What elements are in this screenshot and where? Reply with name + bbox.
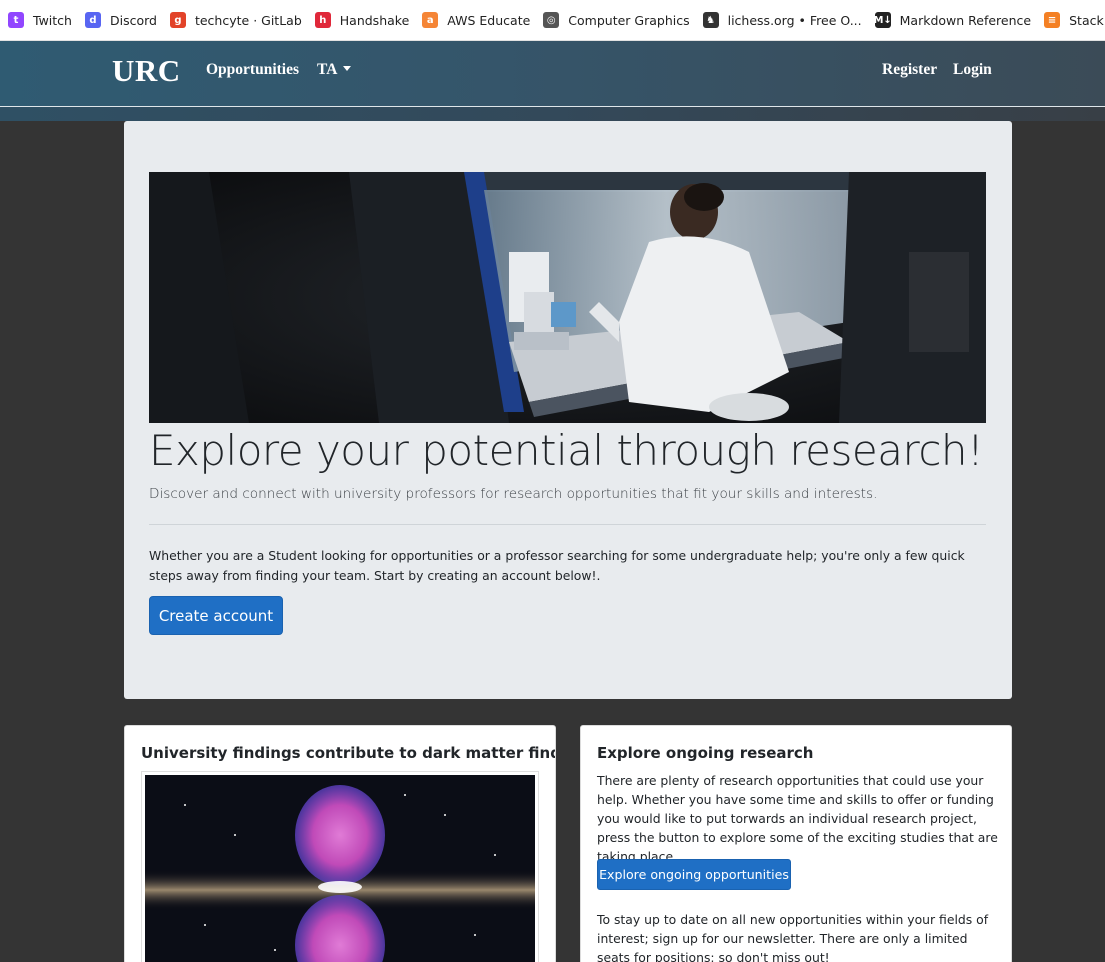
navbar: URC Opportunities TA Register Login: [0, 41, 1105, 107]
bookmark-label: lichess.org • Free O...: [727, 12, 862, 28]
bookmark-label: AWS Educate: [447, 12, 531, 28]
bookmark-item[interactable]: g techcyte · GitLab: [166, 6, 311, 34]
research-card: Explore ongoing research There are plent…: [580, 725, 1012, 962]
nav-login[interactable]: Login: [953, 61, 992, 79]
hero-lead: Discover and connect with university pro…: [149, 486, 878, 502]
research-card-title: Explore ongoing research: [597, 744, 814, 762]
bookmark-label: techcyte · GitLab: [194, 12, 302, 28]
gitlab-icon: g: [169, 12, 186, 28]
hero-image-lab-researcher: [149, 172, 986, 423]
bookmark-item[interactable]: h Handshake: [311, 6, 419, 34]
nav-dropdown-ta[interactable]: TA: [317, 61, 352, 79]
handshake-icon: h: [314, 12, 331, 28]
navbar-shadow-band: [0, 107, 1105, 121]
nav-opportunities[interactable]: Opportunities: [206, 61, 299, 79]
news-card-title[interactable]: University findings contribute to dark m…: [141, 744, 555, 762]
bookmark-label: Computer Graphics: [568, 12, 690, 28]
bookmark-item[interactable]: a AWS Educate: [418, 6, 539, 34]
dark-matter-galaxy-image[interactable]: [145, 775, 535, 962]
news-image-frame: [141, 771, 539, 962]
globe-icon: ◎: [543, 12, 560, 28]
lichess-icon: ♞: [702, 12, 719, 28]
bookmark-label: Stack Overflow: [1069, 12, 1105, 28]
bookmark-label: Markdown Reference: [899, 12, 1032, 28]
lab-photo: [149, 172, 986, 423]
bookmark-item[interactable]: d Discord: [81, 6, 166, 34]
bookmark-label: Twitch: [33, 12, 72, 28]
discord-icon: d: [84, 12, 101, 28]
bookmark-item[interactable]: ◎ Computer Graphics: [539, 6, 698, 34]
bookmarks-bar: t Twitch d Discord g techcyte · GitLab h Handsh…: [0, 0, 1105, 41]
bookmark-item[interactable]: ♞ lichess.org • Free O...: [699, 6, 871, 34]
nav-register[interactable]: Register: [882, 61, 937, 79]
aws-icon: a: [422, 12, 439, 28]
bookmark-item[interactable]: t Twitch: [4, 6, 81, 34]
create-account-button[interactable]: Create account: [149, 596, 283, 635]
hero-headline: Explore your potential through research!: [149, 426, 984, 475]
twitch-icon: t: [8, 12, 24, 28]
hero-body-text: Whether you are a Student looking for op…: [149, 548, 965, 583]
research-card-text: There are plenty of research opportuniti…: [597, 773, 998, 864]
hero-divider: [149, 524, 986, 525]
caret-down-icon: [343, 66, 352, 71]
explore-opportunities-button[interactable]: Explore ongoing opportunities: [597, 859, 791, 890]
bookmark-item[interactable]: M↓ Markdown Reference: [871, 6, 1040, 34]
brand-logo[interactable]: URC: [112, 53, 181, 89]
newsletter-text: To stay up to date on all new opportunit…: [597, 912, 989, 962]
jumbotron: Explore your potential through research!…: [124, 121, 1012, 699]
bookmark-label: Handshake: [339, 12, 410, 28]
news-card: University findings contribute to dark m…: [124, 725, 556, 962]
bookmark-item[interactable]: ≡ Stack Overflow: [1040, 6, 1105, 34]
nav-dropdown-label: TA: [317, 61, 338, 78]
stackoverflow-icon: ≡: [1044, 12, 1061, 28]
markdown-icon: M↓: [873, 12, 892, 28]
bookmark-label: Discord: [109, 12, 157, 28]
